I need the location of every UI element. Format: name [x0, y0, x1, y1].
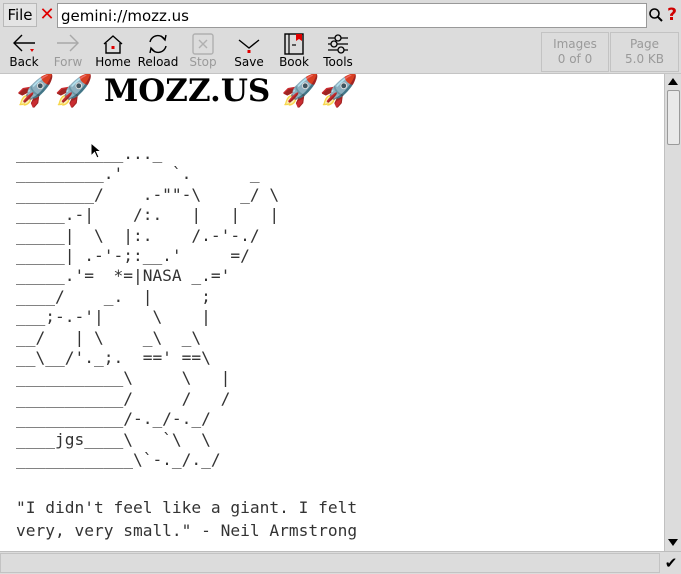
book-label: Book: [279, 55, 309, 69]
help-icon[interactable]: ?: [665, 5, 679, 25]
tools-icon: [328, 34, 348, 54]
quote-text: "I didn't feel like a giant. I felt very…: [16, 498, 358, 540]
bookmark-icon: [284, 33, 304, 55]
page-content: 🚀🚀 MOZZ.US 🚀🚀 ___________..._ _________.…: [0, 74, 664, 551]
tools-button[interactable]: Tools: [318, 31, 358, 73]
home-label: Home: [95, 55, 131, 69]
status-bar: ✔: [0, 551, 681, 574]
reload-button[interactable]: Reload: [136, 31, 180, 73]
address-bar: File ✕ ?: [0, 0, 681, 30]
page-title: 🚀🚀 MOZZ.US 🚀🚀: [16, 74, 359, 109]
stop-icon: [192, 33, 214, 55]
stop-button[interactable]: Stop: [184, 31, 222, 73]
back-button[interactable]: Back: [4, 31, 44, 73]
stop-label: Stop: [189, 55, 217, 69]
mouse-cursor-icon: [90, 142, 102, 159]
clear-url-icon[interactable]: ✕: [38, 4, 56, 26]
scroll-up-icon[interactable]: [667, 76, 679, 88]
file-menu[interactable]: File: [3, 3, 37, 27]
ascii-art: ___________..._ _________.' `. _ _______…: [16, 144, 280, 470]
reload-label: Reload: [137, 55, 179, 69]
forward-button[interactable]: Forw: [48, 31, 88, 73]
checkmark-icon[interactable]: ✔: [663, 554, 679, 572]
bookmarks-button[interactable]: Book: [274, 31, 314, 73]
page-size: Page 5.0 KB: [610, 32, 679, 72]
vertical-scrollbar[interactable]: [664, 74, 681, 551]
save-icon: [238, 39, 260, 53]
tools-label: Tools: [323, 55, 353, 69]
arrow-right-icon: [57, 34, 79, 52]
reload-icon: [149, 34, 167, 54]
toolbar: Back Forw Home Reload Stop Save Book Too…: [0, 30, 681, 74]
back-label: Back: [9, 55, 39, 69]
status-text: [0, 553, 660, 573]
page-size-label: Page: [629, 37, 660, 51]
scroll-thumb[interactable]: [667, 90, 680, 145]
home-button[interactable]: Home: [93, 31, 133, 73]
browser-window: File ✕ ? Back Forw: [0, 0, 681, 574]
forward-label: Forw: [53, 55, 83, 69]
save-label: Save: [234, 55, 264, 69]
images-value: 0 of 0: [557, 52, 593, 66]
page-size-value: 5.0 KB: [625, 52, 664, 66]
save-button[interactable]: Save: [228, 31, 270, 73]
home-icon: [103, 35, 123, 54]
images-label: Images: [553, 37, 597, 51]
search-icon[interactable]: [648, 5, 664, 25]
images-counter: Images 0 of 0: [541, 32, 609, 72]
arrow-left-icon: [13, 34, 35, 52]
url-input[interactable]: [57, 3, 647, 28]
scroll-down-icon[interactable]: [667, 536, 679, 548]
